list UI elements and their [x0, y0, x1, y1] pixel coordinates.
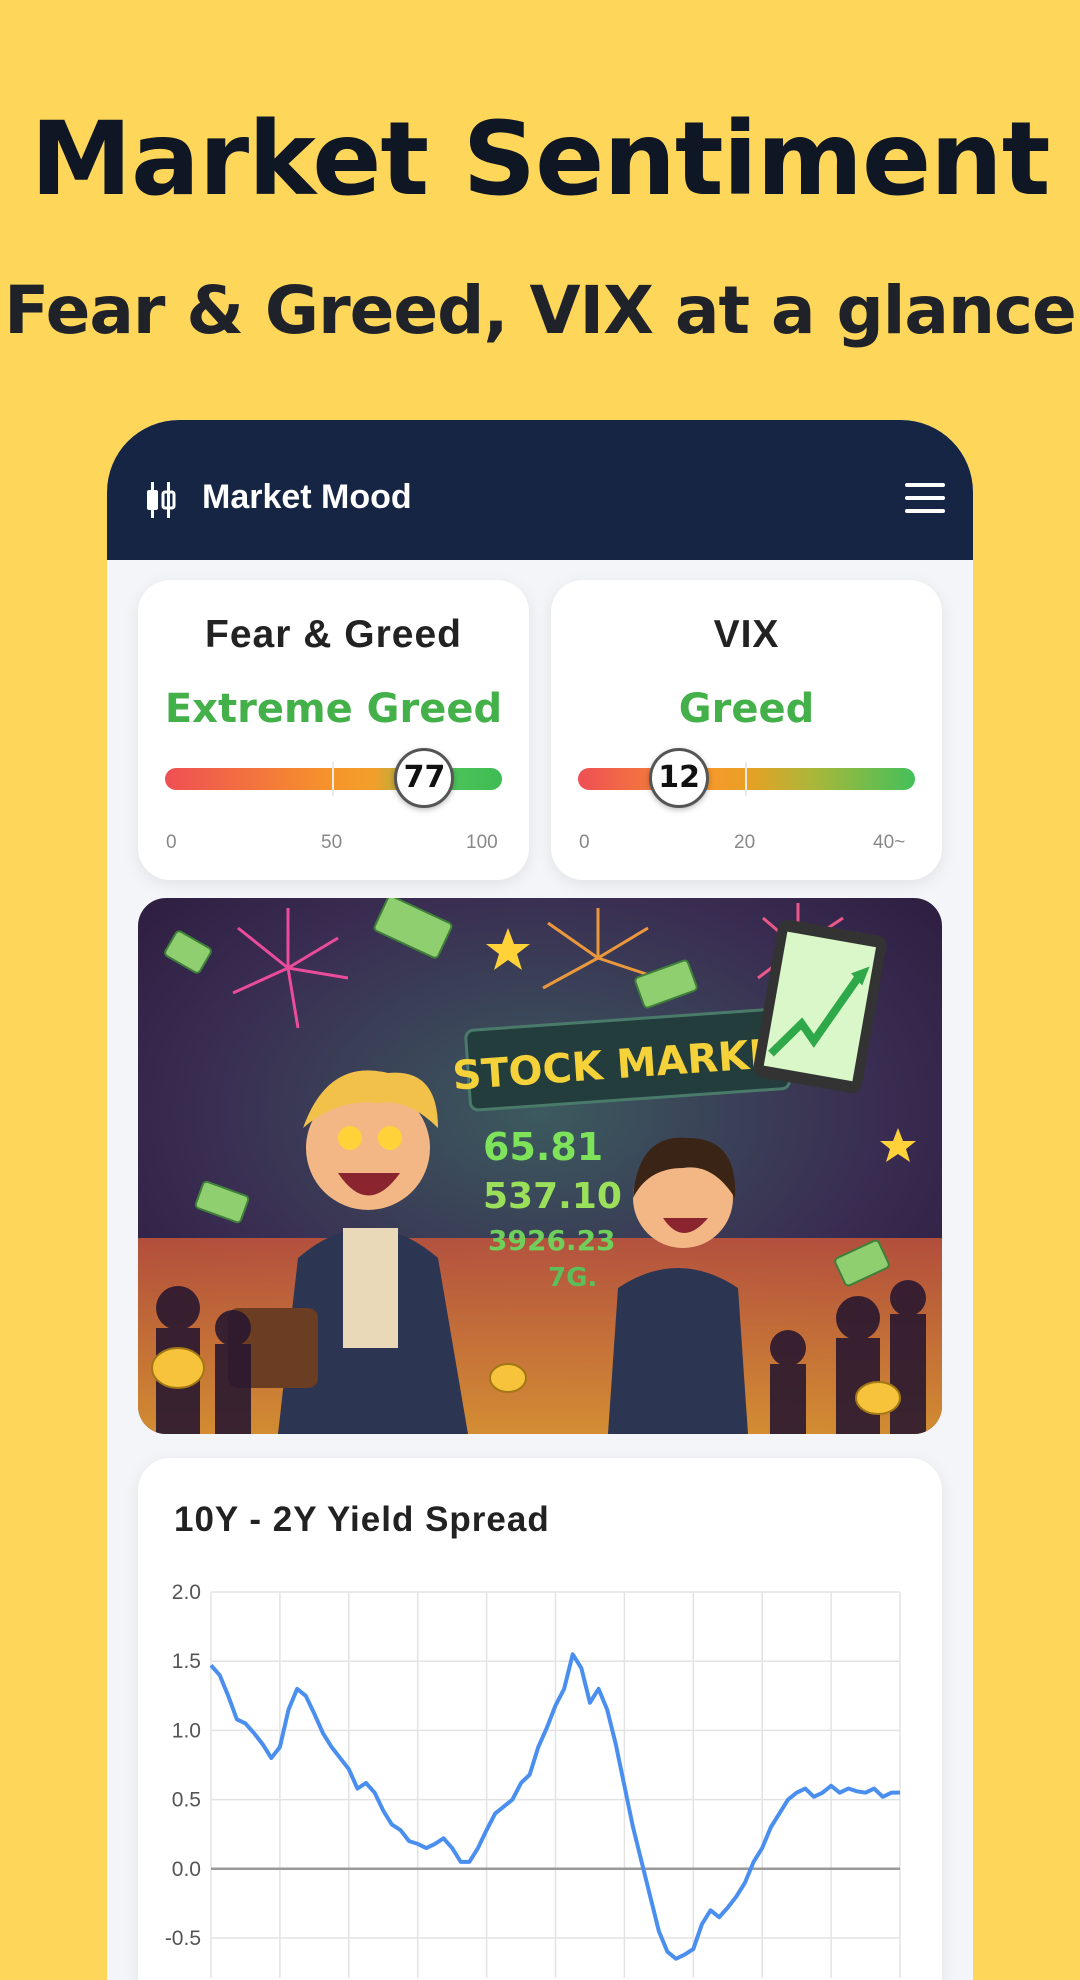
- svg-text:7G.: 7G.: [548, 1263, 597, 1293]
- gauge-midpoint-tick: [332, 762, 334, 796]
- y-tick-label: 2.0: [172, 1581, 201, 1604]
- gauge-value-knob: 12: [649, 748, 710, 808]
- phone-frame: Market Mood Fear & Greed Extreme Greed 7…: [107, 420, 973, 1980]
- page-headline: Market Sentiment: [30, 100, 1051, 219]
- app-title: Market Mood: [202, 478, 412, 516]
- hamburger-menu-icon[interactable]: [905, 483, 945, 513]
- gauge-midpoint-tick: [745, 762, 747, 796]
- y-tick-label: 1.0: [172, 1719, 201, 1742]
- gauge-value-knob: 77: [394, 748, 455, 808]
- y-tick-label: 1.5: [172, 1650, 201, 1673]
- gauge-state: Greed: [678, 686, 815, 732]
- page-subheadline: Fear & Greed, VIX at a glance: [4, 272, 1077, 349]
- y-tick-label: 0.5: [172, 1789, 201, 1812]
- fear-greed-card[interactable]: Fear & Greed Extreme Greed 77 0 50 100: [138, 580, 529, 880]
- candlestick-icon: [147, 482, 176, 518]
- yield-spread-card[interactable]: 10Y - 2Y Yield Spread 2.0 1.5 1.0 0.5 0.0 -0.…: [138, 1458, 942, 1980]
- scale-mid: 50: [321, 832, 343, 853]
- celebration-illustration: STOCK MARKET 65.81 537.10 3926.23 7G.: [138, 898, 942, 1434]
- scale-min: 0: [166, 832, 177, 853]
- app-bar: Market Mood: [107, 420, 973, 560]
- yield-spread-chart: 2.0 1.5 1.0 0.5 0.0 -0.5: [165, 1581, 901, 1978]
- scale-max: 100: [466, 832, 498, 853]
- scale-mid: 20: [734, 832, 756, 853]
- gauge-title: VIX: [713, 613, 780, 656]
- scale-max: 40~: [873, 832, 906, 853]
- svg-text:65.81: 65.81: [483, 1125, 603, 1169]
- y-tick-label: 0.0: [172, 1858, 201, 1881]
- gauge-state: Extreme Greed: [164, 686, 503, 732]
- svg-text:3926.23: 3926.23: [488, 1224, 616, 1257]
- gauge-title: Fear & Greed: [205, 613, 462, 656]
- vix-card[interactable]: VIX Greed 12 0 20 40~: [551, 580, 942, 880]
- y-tick-label: -0.5: [165, 1927, 201, 1950]
- scale-min: 0: [579, 832, 590, 853]
- svg-text:537.10: 537.10: [483, 1176, 622, 1217]
